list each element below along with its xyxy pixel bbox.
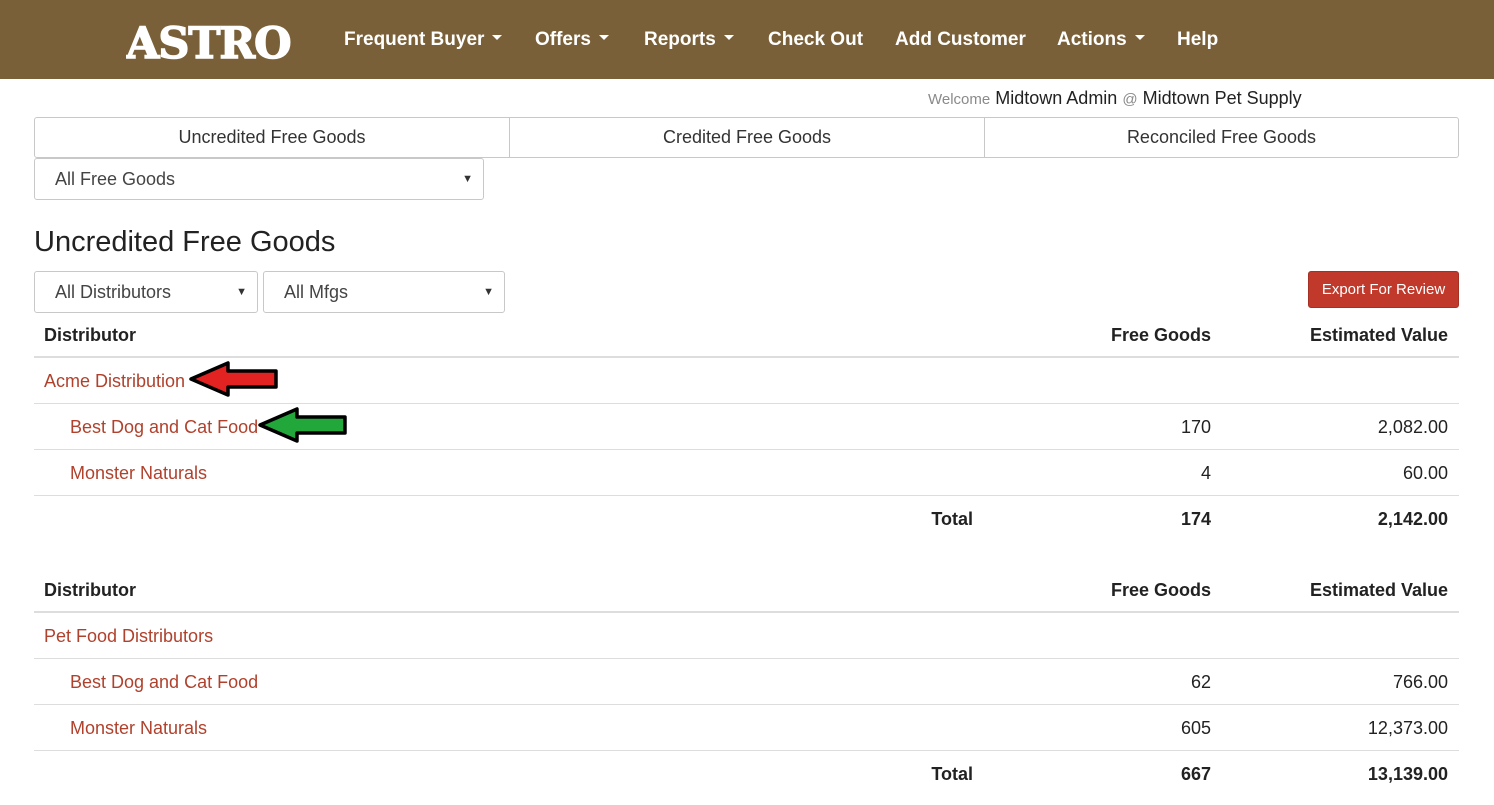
free-goods-select[interactable]: All Free Goods ▼ (34, 158, 484, 200)
header-estimated-value: Estimated Value (1309, 580, 1448, 600)
table-row: Best Dog and Cat Food 62 766.00 (34, 659, 1459, 705)
nav-label: Add Customer (895, 29, 1026, 50)
caret-down-icon (1134, 35, 1145, 41)
nav-reports[interactable]: Reports (644, 28, 734, 52)
nav-label: Check Out (768, 29, 864, 50)
estimated-value: 60.00 (1402, 463, 1448, 483)
nav-check-out[interactable]: Check Out (768, 28, 863, 52)
total-free-goods: 174 (1180, 509, 1211, 529)
mfg-link[interactable]: Best Dog and Cat Food (70, 404, 258, 450)
welcome-store: Midtown Pet Supply (1142, 88, 1302, 108)
tab-uncredited[interactable]: Uncredited Free Goods (34, 117, 510, 158)
nav-label: Help (1177, 29, 1219, 50)
total-label: Total (931, 509, 973, 529)
tab-reconciled[interactable]: Reconciled Free Goods (984, 117, 1459, 158)
welcome-at: @ (1122, 91, 1138, 108)
header-estimated-value: Estimated Value (1309, 325, 1448, 345)
nav-label: Frequent Buyer (344, 29, 485, 50)
caret-down-icon (723, 35, 734, 41)
estimated-value: 766.00 (1392, 672, 1448, 692)
header-free-goods: Free Goods (1110, 580, 1211, 600)
caret-down-icon (492, 35, 503, 41)
welcome-prefix: Welcome (928, 91, 991, 108)
red-arrow-left-icon (188, 360, 280, 403)
nav-offers[interactable]: Offers (535, 28, 609, 52)
mfg-link[interactable]: Best Dog and Cat Food (70, 659, 258, 705)
free-goods-tabs: Uncredited Free Goods Credited Free Good… (34, 117, 1459, 158)
nav-help[interactable]: Help (1177, 28, 1218, 52)
total-estimated-value: 13,139.00 (1367, 764, 1448, 784)
caret-down-icon (598, 35, 609, 41)
free-goods-value: 62 (1190, 672, 1211, 692)
select-value: All Free Goods (55, 169, 176, 189)
nav-add-customer[interactable]: Add Customer (895, 28, 1026, 52)
svg-text:ASTRO: ASTRO (126, 19, 291, 64)
table-row: Monster Naturals 4 60.00 (34, 450, 1459, 496)
welcome-user: Midtown Admin (995, 88, 1118, 108)
total-estimated-value: 2,142.00 (1377, 509, 1448, 529)
green-arrow-left-icon (257, 406, 349, 449)
total-free-goods: 667 (1180, 764, 1211, 784)
astro-logo[interactable]: ASTRO (126, 18, 326, 64)
select-value: All Mfgs (284, 282, 349, 302)
total-row: Total 174 2,142.00 (34, 496, 1459, 542)
select-arrow-icon: ▼ (236, 286, 247, 298)
table-header: Distributor Free Goods Estimated Value (34, 567, 1459, 613)
estimated-value: 12,373.00 (1367, 718, 1448, 738)
welcome-line: Welcome Midtown Admin @ Midtown Pet Supp… (928, 87, 1302, 109)
select-arrow-icon: ▼ (462, 173, 473, 185)
select-value: All Distributors (55, 282, 172, 302)
distributor-row: Pet Food Distributors (34, 613, 1459, 659)
header-distributor: Distributor (44, 580, 136, 600)
header-distributor: Distributor (44, 325, 136, 345)
distributor-link[interactable]: Acme Distribution (44, 358, 185, 404)
header-free-goods: Free Goods (1110, 325, 1211, 345)
estimated-value: 2,082.00 (1377, 417, 1448, 437)
distributor-link[interactable]: Pet Food Distributors (44, 613, 213, 659)
total-row: Total 667 13,139.00 (34, 751, 1459, 797)
mfg-select[interactable]: All Mfgs ▼ (263, 271, 505, 313)
free-goods-value: 170 (1180, 417, 1211, 437)
select-arrow-icon: ▼ (483, 286, 494, 298)
distributor-select[interactable]: All Distributors ▼ (34, 271, 258, 313)
top-navbar: ASTRO Frequent Buyer Offers Reports Chec… (0, 0, 1494, 79)
distributor-table: Distributor Free Goods Estimated Value P… (34, 567, 1459, 797)
distributor-table: Distributor Free Goods Estimated Value A… (34, 312, 1459, 542)
tab-credited[interactable]: Credited Free Goods (509, 117, 985, 158)
page-title: Uncredited Free Goods (34, 226, 336, 258)
nav-frequent-buyer[interactable]: Frequent Buyer (344, 28, 503, 52)
total-label: Total (931, 764, 973, 784)
free-goods-value: 605 (1180, 718, 1211, 738)
export-for-review-button[interactable]: Export For Review (1308, 271, 1459, 308)
nav-actions[interactable]: Actions (1057, 28, 1145, 52)
mfg-link[interactable]: Monster Naturals (70, 705, 207, 751)
mfg-link[interactable]: Monster Naturals (70, 450, 207, 496)
nav-label: Reports (644, 29, 716, 50)
table-row: Monster Naturals 605 12,373.00 (34, 705, 1459, 751)
nav-label: Actions (1057, 29, 1127, 50)
table-header: Distributor Free Goods Estimated Value (34, 312, 1459, 358)
free-goods-value: 4 (1200, 463, 1211, 483)
table-row: Best Dog and Cat Food 170 2,082.00 (34, 404, 1459, 450)
nav-label: Offers (535, 29, 591, 50)
